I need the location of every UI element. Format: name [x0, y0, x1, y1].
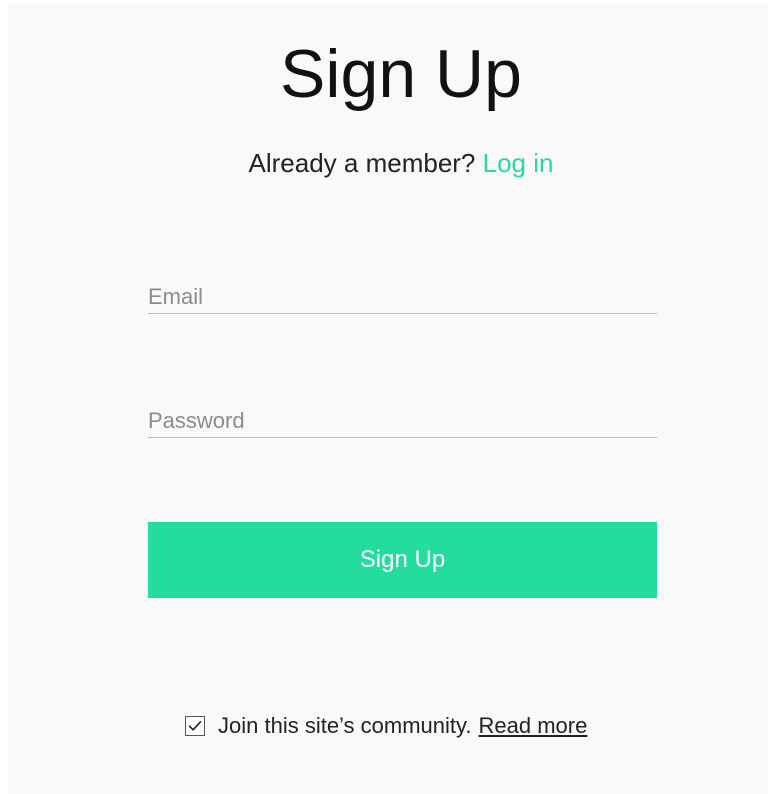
member-prompt-text: Already a member? — [248, 148, 476, 178]
email-field[interactable] — [148, 281, 657, 314]
community-opt-in: Join this site’s community. Read more — [185, 712, 587, 740]
checkmark-icon — [188, 721, 202, 731]
password-field[interactable] — [148, 405, 657, 438]
page-title: Sign Up — [280, 36, 522, 112]
sign-up-button[interactable]: Sign Up — [148, 522, 657, 598]
community-label: Join this site’s community. — [218, 713, 472, 738]
community-checkbox[interactable] — [185, 716, 205, 736]
signup-panel: Sign Up Already a member? Log in — [8, 4, 768, 794]
member-prompt-line: Already a member? Log in — [8, 147, 768, 179]
login-link[interactable]: Log in — [483, 148, 554, 178]
read-more-link[interactable]: Read more — [479, 713, 588, 739]
